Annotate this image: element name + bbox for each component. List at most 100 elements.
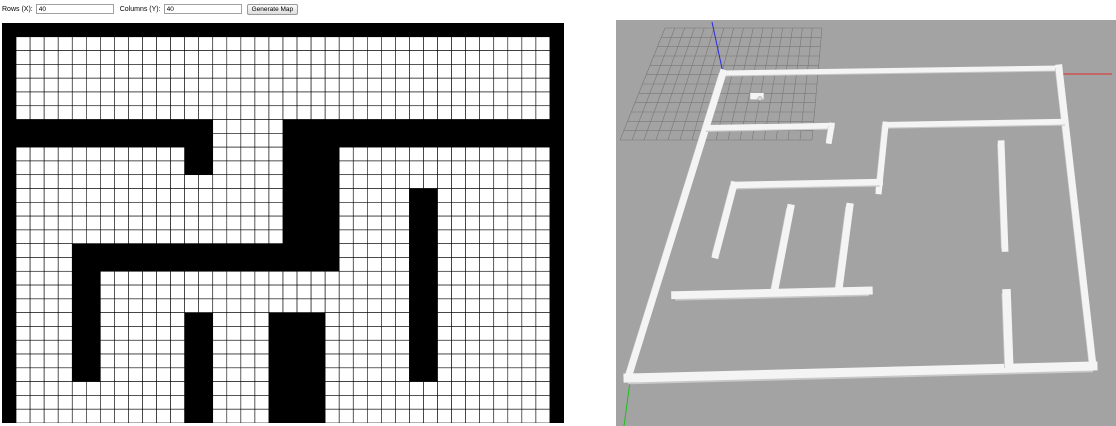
free-cell [465,339,480,355]
free-cell [57,381,73,396]
free-cell [212,202,228,217]
free-cell [212,326,228,341]
free-cell [479,284,495,300]
free-cell [114,50,129,65]
obstacle-cell [57,119,73,134]
free-cell [535,353,551,369]
free-cell [15,284,31,300]
free-cell [268,160,284,176]
free-cell [226,408,242,423]
free-cell [170,353,185,369]
obstacle-cell [86,243,101,258]
obstacle-cell [423,284,438,300]
obstacle-cell [268,367,284,382]
obstacle-cell [549,381,564,396]
free-cell [15,91,31,107]
free-cell [184,284,199,300]
free-cell [395,339,410,355]
obstacle-cell [549,326,564,341]
free-cell [240,50,256,65]
free-cell [451,174,466,189]
obstacle-cell [71,243,87,258]
obstacle-cell [2,23,17,38]
free-cell [29,367,45,382]
free-cell [366,215,382,231]
obstacle-cell [521,133,537,148]
free-cell [282,298,298,313]
free-cell [142,298,157,313]
obstacle-cell [310,202,326,217]
3d-scene-viewport[interactable] [616,20,1116,426]
free-cell [338,36,354,51]
free-cell [395,36,410,51]
obstacle-cell [2,133,17,148]
free-cell [15,229,31,244]
obstacle-cell [296,312,312,327]
free-cell [156,284,171,300]
free-cell [15,243,31,258]
occupancy-grid-map[interactable] [2,23,564,423]
generate-map-button[interactable]: Generate Map [246,3,299,15]
free-cell [479,215,495,231]
obstacle-cell [310,381,326,396]
obstacle-cell [71,284,87,300]
free-cell [198,77,214,93]
free-cell [43,202,59,217]
obstacle-cell [310,188,326,203]
free-cell [338,312,354,327]
free-cell [437,50,452,65]
obstacle-cell [198,160,214,176]
obstacle-cell [310,229,326,244]
free-cell [521,326,537,341]
free-cell [437,243,452,258]
columns-input[interactable] [163,4,242,14]
free-cell [184,215,199,231]
free-cell [352,77,368,93]
free-cell [184,50,199,65]
free-cell [142,215,157,231]
free-cell [240,298,256,313]
free-cell [43,229,59,244]
free-cell [240,119,256,134]
obstacle-cell [493,23,509,38]
free-cell [15,160,31,176]
free-cell [226,133,242,148]
free-cell [57,229,73,244]
free-cell [507,367,523,382]
obstacle-cell [423,298,438,313]
free-cell [479,146,495,162]
free-cell [43,188,59,203]
free-cell [521,50,537,65]
obstacle-cell [409,133,424,148]
free-cell [465,367,480,382]
free-cell [507,312,523,327]
free-cell [381,36,396,51]
rows-input[interactable] [35,4,114,14]
obstacle-cell [549,312,564,327]
obstacle-cell [86,312,101,327]
free-cell [43,160,59,176]
free-cell [254,339,270,355]
free-cell [423,381,438,396]
obstacle-cell [423,243,438,258]
free-cell [479,50,495,65]
obstacle-cell [15,23,31,38]
free-cell [338,326,354,341]
free-cell [324,270,340,286]
obstacle-cell [310,367,326,382]
obstacle-cell [86,133,101,148]
obstacle-cell [381,133,396,148]
free-cell [15,367,31,382]
free-cell [100,339,115,355]
obstacle-cell [212,23,228,38]
free-cell [352,64,368,79]
free-cell [437,105,452,120]
obstacle-cell [282,119,298,134]
obstacle-cell [71,298,87,313]
free-cell [437,381,452,396]
free-cell [366,174,382,189]
free-cell [465,160,480,176]
free-cell [352,174,368,189]
free-cell [254,188,270,203]
free-cell [114,353,129,369]
